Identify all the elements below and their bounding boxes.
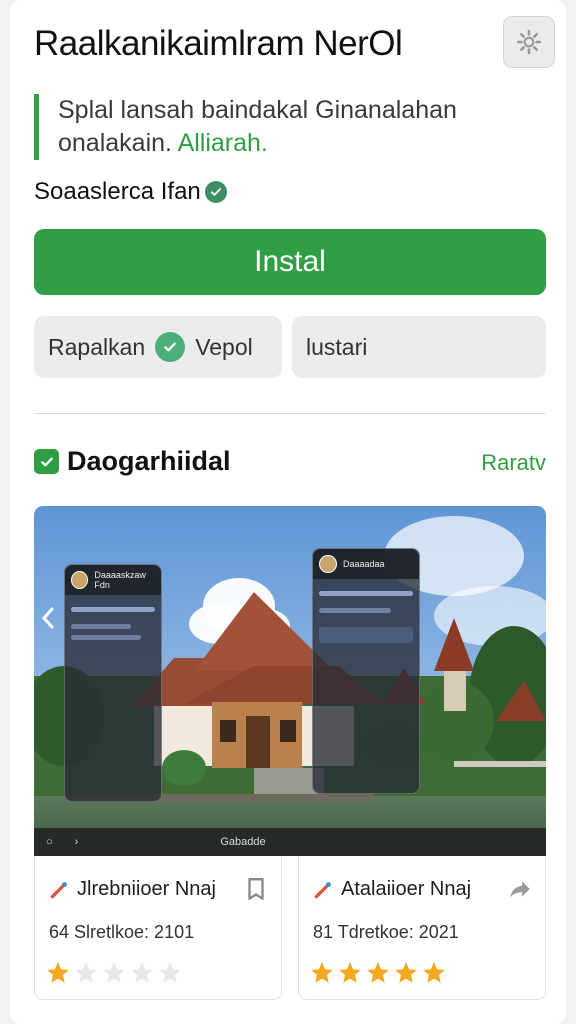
section-title: Daogarhiidal (67, 446, 231, 476)
developer-name: Soaaslerca Ifan (34, 178, 201, 205)
check-circle-icon (155, 332, 186, 362)
install-button[interactable]: Instal (34, 229, 546, 295)
star-icon (311, 962, 333, 983)
avatar (319, 555, 337, 573)
screenshot-bottom-bar: ○ › Gabadde (34, 828, 546, 856)
description-accent-link[interactable]: Alliarah. (178, 129, 268, 157)
card-title: Jlrebniioer Nnaj (77, 878, 216, 900)
brush-icon (314, 881, 331, 898)
overlay-panel-left: Daaaaskzaw Fdn (64, 564, 162, 802)
developer-row[interactable]: Soaaslerca Ifan (34, 178, 227, 206)
star-icon (131, 962, 153, 983)
card-meta: 64 Slretlkoe: 2101 (49, 922, 195, 942)
star-icon (75, 962, 97, 983)
avatar (71, 571, 89, 589)
secondary-button-right[interactable]: lustari (292, 316, 546, 378)
circle-icon: ○ (46, 836, 53, 848)
chevron-left-icon[interactable] (40, 606, 56, 630)
card-meta: 81 Tdretkoe: 2021 (313, 922, 459, 942)
star-icon (47, 962, 69, 983)
brush-icon (50, 881, 67, 898)
gear-icon (516, 29, 542, 55)
chevron-icon: › (74, 836, 79, 848)
app-description: Splal lansah baindakal Ginanalahan onala… (34, 94, 514, 160)
bottom-bar-label: Gabadde (220, 836, 266, 848)
star-icon (395, 962, 417, 983)
app-title: Raalkanikaimlram NerOl (34, 24, 403, 63)
secondary-right-label: lustari (306, 333, 368, 360)
check-circle-icon (204, 181, 227, 203)
review-card-right[interactable]: Atalaiioer Nnaj 81 Tdretkoe: 2021 (298, 856, 546, 1000)
star-icon (103, 962, 125, 983)
secondary-left-label-b: Vepol (195, 333, 253, 360)
share-icon[interactable] (507, 876, 533, 902)
section-header: Daogarhiidal (34, 446, 231, 477)
star-icon (367, 962, 389, 983)
rating-stars (309, 960, 447, 986)
star-icon (159, 962, 181, 983)
app-screenshot[interactable]: Daaaaskzaw Fdn Daaaadaa ○ › Gabadde (34, 506, 546, 856)
divider (34, 413, 546, 414)
settings-button[interactable] (503, 16, 555, 68)
panel-right-title: Daaaadaa (343, 559, 385, 569)
card-title: Atalaiioer Nnaj (341, 878, 472, 900)
bookmark-icon[interactable] (243, 876, 269, 902)
secondary-button-left[interactable]: Rapalkan Vepol (34, 316, 282, 378)
rating-stars (45, 960, 183, 986)
star-icon (339, 962, 361, 983)
secondary-left-label-a: Rapalkan (48, 333, 146, 360)
panel-left-title: Daaaaskzaw Fdn (94, 570, 146, 590)
star-icon (423, 962, 445, 983)
review-card-left[interactable]: Jlrebniioer Nnaj 64 Slretlkoe: 2101 (34, 856, 282, 1000)
section-see-all-link[interactable]: Raratv (481, 450, 546, 476)
app-details-page: Raalkanikaimlram NerOl Splal lansah bain… (10, 0, 566, 1024)
checkbox-icon (34, 449, 59, 474)
overlay-panel-right: Daaaadaa (312, 548, 420, 794)
